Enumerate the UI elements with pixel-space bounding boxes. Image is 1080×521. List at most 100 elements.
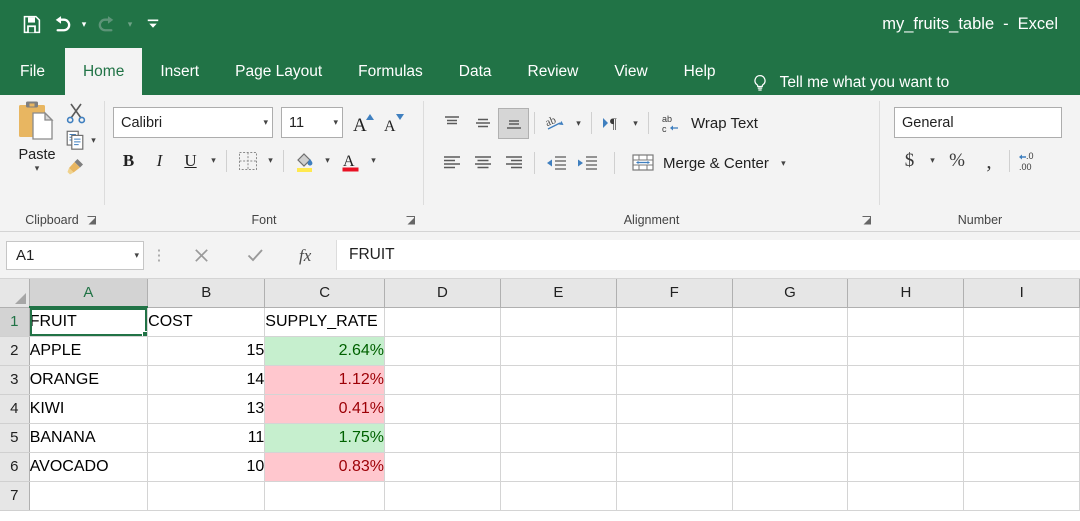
tab-view[interactable]: View [596, 48, 665, 95]
row-header-4[interactable]: 4 [0, 394, 30, 424]
accounting-format-button[interactable]: $ [894, 145, 925, 176]
cell-c5[interactable]: 1.75% [264, 423, 386, 453]
tab-insert[interactable]: Insert [142, 48, 217, 95]
cell-a2[interactable]: APPLE [29, 336, 149, 366]
tab-data[interactable]: Data [441, 48, 510, 95]
cell-i2[interactable] [963, 336, 1080, 366]
cell-b5[interactable]: 11 [147, 423, 266, 453]
cell-i5[interactable] [963, 423, 1080, 453]
cell-e4[interactable] [500, 394, 617, 424]
cell-d5[interactable] [384, 423, 501, 453]
increase-decimal-button[interactable]: .0.00 [1015, 145, 1045, 176]
cell-f5[interactable] [616, 423, 733, 453]
text-direction-button[interactable]: ¶ [597, 108, 628, 139]
column-header-h[interactable]: H [847, 279, 965, 308]
chevron-down-icon[interactable]: ▾ [327, 117, 338, 128]
tab-help[interactable]: Help [666, 48, 734, 95]
cell-g6[interactable] [732, 452, 849, 482]
cell-i1[interactable] [963, 307, 1080, 337]
tab-review[interactable]: Review [510, 48, 597, 95]
cell-c3[interactable]: 1.12% [264, 365, 386, 395]
percent-style-button[interactable]: % [940, 145, 974, 176]
formula-input[interactable]: FRUIT [336, 240, 1080, 270]
font-size-combobox[interactable]: 11 ▾ [281, 107, 343, 138]
row-header-5[interactable]: 5 [0, 423, 30, 453]
cell-a6[interactable]: AVOCADO [29, 452, 149, 482]
increase-indent-button[interactable] [571, 148, 602, 179]
cell-b1[interactable]: COST [147, 307, 266, 337]
cell-h5[interactable] [847, 423, 965, 453]
cell-g4[interactable] [732, 394, 849, 424]
align-left-button[interactable] [436, 148, 467, 179]
row-header-6[interactable]: 6 [0, 452, 30, 482]
cell-c7[interactable] [264, 481, 386, 511]
cell-e2[interactable] [500, 336, 617, 366]
cell-a5[interactable]: BANANA [29, 423, 149, 453]
cell-c6[interactable]: 0.83% [264, 452, 386, 482]
cell-a3[interactable]: ORANGE [29, 365, 149, 395]
cell-c2[interactable]: 2.64% [264, 336, 386, 366]
cell-b4[interactable]: 13 [147, 394, 266, 424]
font-color-button[interactable]: A [335, 145, 366, 176]
orientation-dropdown-icon[interactable]: ▾ [571, 108, 586, 139]
cell-i7[interactable] [963, 481, 1080, 511]
cell-i4[interactable] [963, 394, 1080, 424]
number-format-combobox[interactable]: General [894, 107, 1062, 138]
paste-button[interactable]: Paste ▾ [8, 99, 66, 173]
cell-g7[interactable] [732, 481, 849, 511]
format-painter-button[interactable] [64, 153, 108, 179]
cell-c4[interactable]: 0.41% [264, 394, 386, 424]
wrap-text-button[interactable]: ab c Wrap Text [654, 107, 764, 139]
middle-align-button[interactable] [467, 108, 498, 139]
cell-e3[interactable] [500, 365, 617, 395]
chevron-down-icon[interactable]: ▾ [257, 117, 268, 128]
cut-button[interactable] [64, 99, 108, 127]
tab-file[interactable]: File [0, 48, 65, 95]
cell-b3[interactable]: 14 [147, 365, 266, 395]
comma-style-button[interactable]: , [974, 145, 1004, 176]
cell-f7[interactable] [616, 481, 733, 511]
tell-me-search[interactable]: Tell me what you want to [734, 71, 949, 95]
fill-color-button[interactable] [289, 145, 320, 176]
clipboard-dialog-launcher-icon[interactable] [86, 215, 98, 227]
select-all-corner[interactable] [0, 279, 30, 308]
top-align-button[interactable] [436, 108, 467, 139]
borders-button[interactable] [232, 145, 263, 176]
increase-font-size-button[interactable]: A [349, 108, 379, 138]
row-header-2[interactable]: 2 [0, 336, 30, 366]
cell-e6[interactable] [500, 452, 617, 482]
font-name-combobox[interactable]: Calibri ▾ [113, 107, 273, 138]
decrease-font-size-button[interactable]: A [379, 108, 409, 138]
cell-c1[interactable]: SUPPLY_RATE [264, 307, 386, 337]
cell-f3[interactable] [616, 365, 733, 395]
copy-button[interactable]: ▾ [64, 127, 108, 153]
cell-h4[interactable] [847, 394, 965, 424]
column-header-d[interactable]: D [384, 279, 501, 308]
cell-e7[interactable] [500, 481, 617, 511]
column-header-f[interactable]: F [616, 279, 733, 308]
italic-button[interactable]: I [144, 145, 175, 176]
cell-a1[interactable]: FRUIT [29, 307, 149, 337]
column-header-g[interactable]: G [732, 279, 849, 308]
cell-h6[interactable] [847, 452, 965, 482]
column-header-e[interactable]: E [500, 279, 617, 308]
column-header-b[interactable]: B [147, 279, 266, 308]
cell-d4[interactable] [384, 394, 501, 424]
orientation-button[interactable]: ab [540, 108, 571, 139]
cell-e1[interactable] [500, 307, 617, 337]
merge-center-button[interactable]: Merge & Center ▾ [624, 147, 797, 179]
cell-b2[interactable]: 15 [147, 336, 266, 366]
cell-b7[interactable] [147, 481, 266, 511]
cell-g3[interactable] [732, 365, 849, 395]
undo-dropdown-icon[interactable]: ▾ [76, 9, 92, 39]
cell-h7[interactable] [847, 481, 965, 511]
cell-g5[interactable] [732, 423, 849, 453]
insert-function-button[interactable]: fx [282, 240, 336, 270]
decrease-indent-button[interactable] [540, 148, 571, 179]
cell-f1[interactable] [616, 307, 733, 337]
bottom-align-button[interactable] [498, 107, 529, 139]
cell-i3[interactable] [963, 365, 1080, 395]
customize-quick-access-toolbar-icon[interactable] [138, 9, 168, 39]
cell-a7[interactable] [29, 481, 149, 511]
text-direction-dropdown-icon[interactable]: ▾ [628, 108, 643, 139]
